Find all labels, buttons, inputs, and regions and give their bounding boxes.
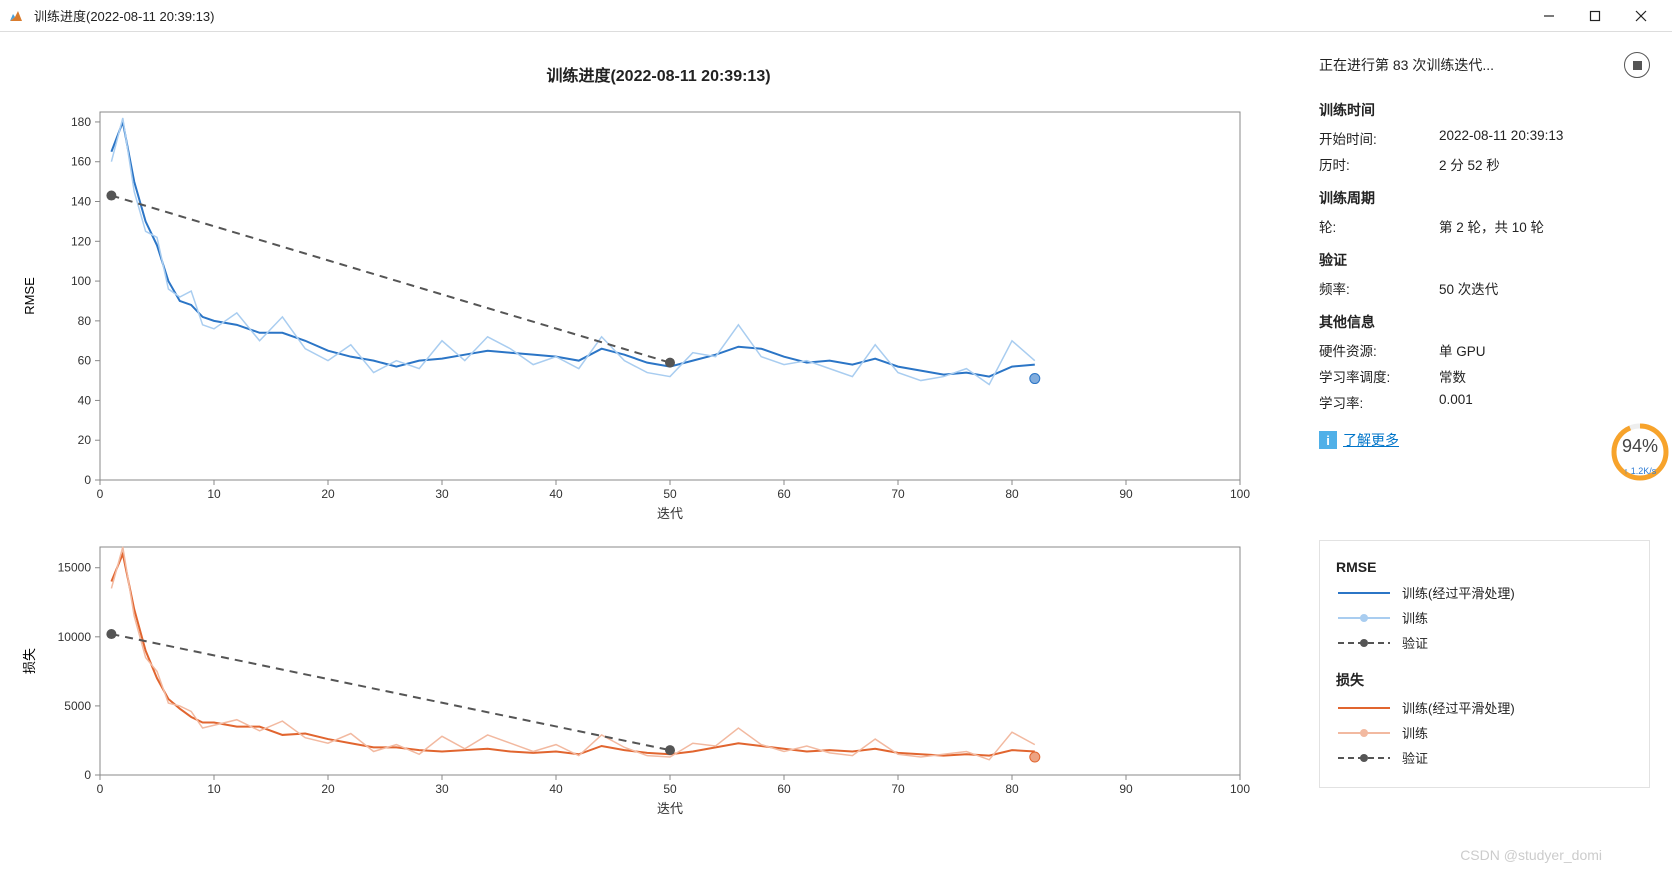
label-lr: 学习率: — [1319, 392, 1439, 412]
svg-text:100: 100 — [1230, 782, 1250, 796]
svg-text:20: 20 — [321, 487, 335, 501]
value-lr: 0.001 — [1439, 392, 1650, 412]
value-frequency: 50 次迭代 — [1439, 278, 1650, 298]
svg-text:140: 140 — [71, 195, 91, 209]
svg-text:100: 100 — [1230, 487, 1250, 501]
svg-text:30: 30 — [435, 782, 449, 796]
svg-text:0: 0 — [84, 473, 91, 487]
status-text: 正在进行第 83 次训练迭代... — [1319, 55, 1494, 75]
svg-text:迭代: 迭代 — [657, 506, 683, 521]
legend-rmse-train: 训练 — [1336, 608, 1633, 627]
svg-text:0: 0 — [84, 768, 91, 782]
stop-button[interactable] — [1624, 52, 1650, 78]
label-epoch: 轮: — [1319, 216, 1439, 236]
info-icon: i — [1319, 431, 1337, 449]
legend-rmse-validation: 验证 — [1336, 633, 1633, 652]
svg-text:30: 30 — [435, 487, 449, 501]
svg-text:40: 40 — [78, 393, 92, 407]
svg-text:0: 0 — [97, 487, 104, 501]
svg-text:40: 40 — [549, 487, 563, 501]
value-hardware: 单 GPU — [1439, 340, 1650, 360]
svg-text:70: 70 — [891, 487, 905, 501]
svg-text:迭代: 迭代 — [657, 801, 683, 816]
svg-text:0: 0 — [97, 782, 104, 796]
svg-text:20: 20 — [321, 782, 335, 796]
svg-text:80: 80 — [1005, 782, 1019, 796]
svg-text:60: 60 — [777, 782, 791, 796]
label-hardware: 硬件资源: — [1319, 340, 1439, 360]
label-elapsed: 历时: — [1319, 154, 1439, 174]
svg-text:40: 40 — [549, 782, 563, 796]
heading-other: 其他信息 — [1319, 312, 1650, 332]
legend-rmse-heading: RMSE — [1336, 559, 1633, 575]
svg-text:10000: 10000 — [58, 630, 92, 644]
svg-text:RMSE: RMSE — [22, 277, 37, 315]
svg-text:50: 50 — [663, 782, 677, 796]
heading-validation: 验证 — [1319, 250, 1650, 270]
window-title: 训练进度(2022-08-11 20:39:13) — [34, 6, 214, 25]
label-frequency: 频率: — [1319, 278, 1439, 298]
main-chart-title: 训练进度(2022-08-11 20:39:13) — [20, 62, 1297, 86]
svg-text:90: 90 — [1119, 487, 1133, 501]
value-start-time: 2022-08-11 20:39:13 — [1439, 128, 1650, 148]
value-epoch: 第 2 轮，共 10 轮 — [1439, 216, 1650, 236]
window-titlebar: 训练进度(2022-08-11 20:39:13) — [0, 0, 1672, 32]
heading-training-cycle: 训练周期 — [1319, 188, 1650, 208]
legend-loss-validation: 验证 — [1336, 748, 1633, 767]
svg-text:90: 90 — [1119, 782, 1133, 796]
gauge-percent: 94% — [1610, 436, 1670, 457]
close-button[interactable] — [1618, 0, 1664, 32]
svg-text:70: 70 — [891, 782, 905, 796]
svg-text:50: 50 — [663, 487, 677, 501]
value-elapsed: 2 分 52 秒 — [1439, 154, 1650, 174]
svg-text:100: 100 — [71, 274, 91, 288]
legend-loss-heading: 损失 — [1336, 670, 1633, 690]
svg-text:80: 80 — [1005, 487, 1019, 501]
svg-text:15000: 15000 — [58, 561, 92, 575]
value-lr-schedule: 常数 — [1439, 366, 1650, 386]
stop-icon — [1633, 61, 1642, 70]
svg-text:5000: 5000 — [64, 699, 91, 713]
learn-more-link[interactable]: 了解更多 — [1343, 430, 1399, 450]
svg-text:120: 120 — [71, 234, 91, 248]
label-lr-schedule: 学习率调度: — [1319, 366, 1439, 386]
learn-more-row: i 了解更多 — [1319, 430, 1650, 450]
rmse-chart: 0 10 20 30 40 50 60 70 80 90 100 0 20 40 60 80 100 120 140… — [20, 92, 1297, 537]
gauge-rate: ↑ 1.2K/s — [1610, 466, 1670, 476]
svg-text:180: 180 — [71, 115, 91, 129]
charts-panel: 训练进度(2022-08-11 20:39:13) 0 10 20 30 40 50 60 7… — [0, 32, 1307, 869]
minimize-button[interactable] — [1526, 0, 1572, 32]
legend-rmse-train-smoothed: 训练(经过平滑处理) — [1336, 583, 1633, 602]
svg-text:损失: 损失 — [22, 648, 37, 674]
svg-text:60: 60 — [78, 354, 92, 368]
svg-text:10: 10 — [207, 782, 221, 796]
progress-gauge: 94% ↑ 1.2K/s — [1610, 422, 1670, 482]
legend-loss-train-smoothed: 训练(经过平滑处理) — [1336, 698, 1633, 717]
svg-text:80: 80 — [78, 314, 92, 328]
svg-text:20: 20 — [78, 433, 92, 447]
loss-chart: 0 10 20 30 40 50 60 70 80 90 100 0 5000 10000 15000 迭代 损… — [20, 537, 1297, 832]
heading-training-time: 训练时间 — [1319, 100, 1650, 120]
maximize-button[interactable] — [1572, 0, 1618, 32]
legend-loss-train: 训练 — [1336, 723, 1633, 742]
svg-text:160: 160 — [71, 155, 91, 169]
matlab-app-icon — [8, 7, 26, 25]
svg-text:10: 10 — [207, 487, 221, 501]
legend-panel: RMSE 训练(经过平滑处理) 训练 验证 损失 训练(经过平滑处理) 训练 — [1319, 540, 1650, 788]
label-start-time: 开始时间: — [1319, 128, 1439, 148]
svg-text:60: 60 — [777, 487, 791, 501]
